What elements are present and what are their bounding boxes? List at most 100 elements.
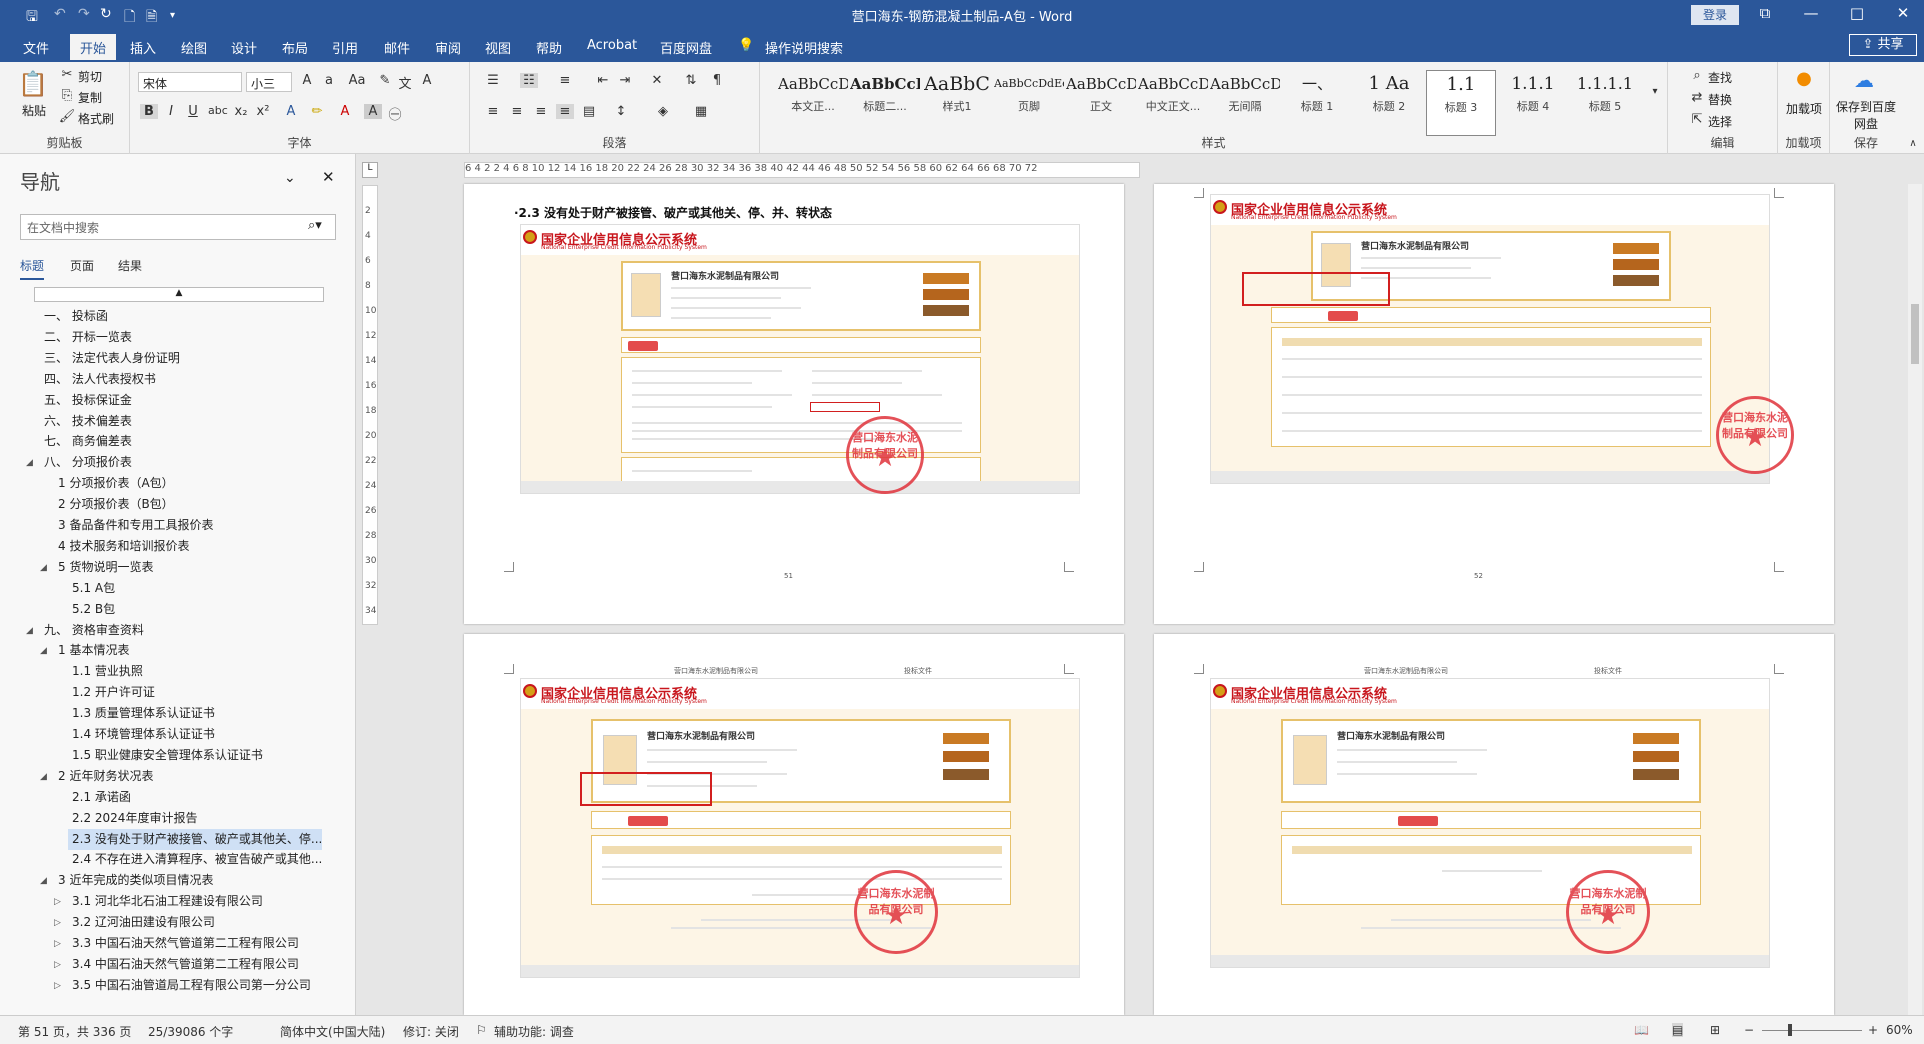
replace-button[interactable]: 替换 (1708, 91, 1732, 108)
maximize-icon[interactable]: □ (1837, 4, 1877, 22)
horizontal-ruler[interactable]: 6 4 2 2 4 6 8 10 12 14 16 18 20 22 24 26… (464, 162, 1140, 178)
expand-arrow-icon[interactable]: ▷ (54, 960, 61, 970)
nav-heading-item[interactable]: 5 货物说明一览表 (54, 557, 322, 578)
save-to-netdisk-button[interactable]: 保存到百度网盘 (1836, 98, 1896, 132)
tab-references[interactable]: 引用 (332, 38, 358, 57)
read-mode-icon[interactable]: 📖 (1634, 1023, 1649, 1037)
change-case-icon[interactable]: Aa (348, 73, 366, 88)
collapse-arrow-icon[interactable]: ◢ (26, 626, 33, 636)
nav-heading-item[interactable]: 三、 法定代表人身份证明 (40, 348, 322, 369)
char-border-icon[interactable]: A (418, 73, 436, 88)
tab-acrobat[interactable]: Acrobat (587, 38, 637, 53)
nav-search-input[interactable]: 在文档中搜索 (20, 214, 336, 240)
nav-heading-item[interactable]: 1.4 环境管理体系认证证书 (68, 724, 322, 745)
collapse-ribbon-icon[interactable]: ∧ (1904, 138, 1922, 149)
tab-view[interactable]: 视图 (485, 38, 511, 57)
track-changes-status[interactable]: 修订: 关闭 (403, 1023, 459, 1040)
style-heading-5[interactable]: 1.1.1.1 标题 5 (1570, 70, 1640, 136)
tab-design[interactable]: 设计 (231, 38, 257, 57)
nav-heading-item[interactable]: 3.4 中国石油天然气管道第二工程有限公司 (68, 954, 322, 975)
minimize-icon[interactable]: — (1791, 4, 1831, 22)
nav-heading-item[interactable]: 1.5 职业健康安全管理体系认证证书 (68, 745, 322, 766)
page-51[interactable]: ·2.3 没有处于财产被接管、破产或其他关、停、并、转状态 国家企业信用信息公示… (464, 184, 1124, 624)
borders-icon[interactable]: ▦ (692, 104, 710, 119)
nav-close-icon[interactable]: ✕ (322, 168, 335, 186)
nav-heading-item[interactable]: 1.2 开户许可证 (68, 682, 322, 703)
tab-selector-icon[interactable]: L (362, 162, 378, 178)
style-chinese-body[interactable]: AaBbCcD 中文正文... (1138, 70, 1208, 136)
font-size-select[interactable]: 小三 (246, 72, 292, 92)
nav-scroll-up-icon[interactable]: ▲ (34, 287, 324, 302)
grow-font-icon[interactable]: A (298, 73, 316, 88)
bold-icon[interactable]: B (140, 104, 158, 119)
expand-arrow-icon[interactable]: ▷ (54, 981, 61, 991)
login-button[interactable]: 登录 (1691, 5, 1739, 25)
tab-draw[interactable]: 绘图 (181, 38, 207, 57)
tab-help[interactable]: 帮助 (536, 38, 562, 57)
nav-heading-item[interactable]: 2.1 承诺函 (68, 787, 322, 808)
align-center-icon[interactable]: ≡ (508, 104, 526, 119)
superscript-icon[interactable]: x² (254, 104, 272, 119)
increase-indent-icon[interactable]: ⇥ (616, 73, 634, 88)
collapse-arrow-icon[interactable]: ◢ (40, 563, 47, 573)
underline-icon[interactable]: U (184, 104, 202, 119)
page-54[interactable]: 营口海东水泥制品有限公司 投标文件 国家企业信用信息公示系统 National E… (1154, 634, 1834, 1015)
show-marks-icon[interactable]: ¶ (708, 73, 726, 88)
nav-tab-headings[interactable]: 标题 (20, 257, 45, 280)
nav-heading-item[interactable]: 五、 投标保证金 (40, 390, 322, 411)
nav-options-icon[interactable]: ⌄ (284, 170, 296, 186)
tab-file[interactable]: 文件 (23, 38, 49, 57)
nav-heading-item[interactable]: 3 备品备件和专用工具报价表 (54, 515, 322, 536)
style-normal[interactable]: AaBbCcDdI 正文 (1066, 70, 1136, 136)
nav-heading-item[interactable]: 5.1 A包 (68, 578, 322, 599)
nav-heading-item[interactable]: 二、 开标一览表 (40, 327, 322, 348)
tab-insert[interactable]: 插入 (130, 38, 156, 57)
page-53[interactable]: 营口海东水泥制品有限公司 投标文件 国家企业信用信息公示系统 National E… (464, 634, 1124, 1015)
line-spacing-icon[interactable]: ↕ (612, 104, 630, 119)
style-heading-4[interactable]: 1.1.1 标题 4 (1498, 70, 1568, 136)
accessibility-status[interactable]: 辅助功能: 调查 (494, 1023, 574, 1040)
nav-heading-item[interactable]: 3 近年完成的类似项目情况表 (54, 870, 322, 891)
style-body-text[interactable]: AaBbCcDdI 本文正... (778, 70, 848, 136)
clear-format-icon[interactable]: ✎ (376, 73, 394, 88)
collapse-arrow-icon[interactable]: ◢ (40, 876, 47, 886)
nav-heading-item[interactable]: 3.3 中国石油天然气管道第二工程有限公司 (68, 933, 322, 954)
highlight-icon[interactable]: ✏ (308, 104, 326, 119)
tab-layout[interactable]: 布局 (282, 38, 308, 57)
style-heading-two[interactable]: AaBbCcD 标题二... (850, 70, 920, 136)
style-heading-3[interactable]: 1.1 标题 3 (1426, 70, 1496, 136)
nav-heading-item[interactable]: 1 分项报价表（A包） (54, 473, 322, 494)
nav-heading-item[interactable]: 七、 商务偏差表 (40, 431, 322, 452)
numbering-icon[interactable]: ☷ (520, 73, 538, 88)
word-count[interactable]: 25/39086 个字 (148, 1023, 233, 1040)
collapse-arrow-icon[interactable]: ◢ (26, 458, 33, 468)
tab-review[interactable]: 审阅 (435, 38, 461, 57)
zoom-slider[interactable] (1762, 1024, 1862, 1036)
addins-button[interactable]: 加载项 (1786, 100, 1822, 117)
subscript-icon[interactable]: x₂ (232, 104, 250, 119)
phonetic-guide-icon[interactable]: 文 (396, 73, 414, 92)
nav-heading-item[interactable]: 2.4 不存在进入清算程序、被宣告破产或其他... (68, 849, 322, 870)
tab-home[interactable]: 开始 (70, 34, 117, 62)
nav-heading-item[interactable]: 2 分项报价表（B包） (54, 494, 322, 515)
paste-button[interactable]: 粘贴 (22, 102, 46, 119)
chinese-layout-icon[interactable]: ✕ (648, 73, 666, 88)
styles-more-icon[interactable]: ▾ (1646, 86, 1664, 97)
search-icon[interactable]: ⌕▾ (308, 218, 322, 233)
tab-baidu-netdisk[interactable]: 百度网盘 (660, 38, 712, 57)
nav-heading-item[interactable]: 六、 技术偏差表 (40, 411, 322, 432)
nav-heading-item[interactable]: 1.1 营业执照 (68, 661, 322, 682)
style-style1[interactable]: AaBbC 样式1 (922, 70, 992, 136)
nav-heading-item[interactable]: 八、 分项报价表 (40, 452, 322, 473)
font-color-icon[interactable]: A (336, 104, 354, 119)
char-shading-icon[interactable]: A (364, 104, 382, 119)
nav-heading-item[interactable]: 四、 法人代表授权书 (40, 369, 322, 390)
page-52[interactable]: 国家企业信用信息公示系统 National Enterprise Credit I… (1154, 184, 1834, 624)
shrink-font-icon[interactable]: a (320, 73, 338, 88)
nav-heading-item[interactable]: 3.2 辽河油田建设有限公司 (68, 912, 322, 933)
format-painter-button[interactable]: 格式刷 (78, 110, 114, 127)
language-status[interactable]: 简体中文(中国大陆) (280, 1023, 385, 1040)
nav-tab-results[interactable]: 结果 (118, 257, 142, 274)
web-layout-icon[interactable]: ⊞ (1710, 1023, 1720, 1037)
find-button[interactable]: 查找 (1708, 69, 1732, 86)
